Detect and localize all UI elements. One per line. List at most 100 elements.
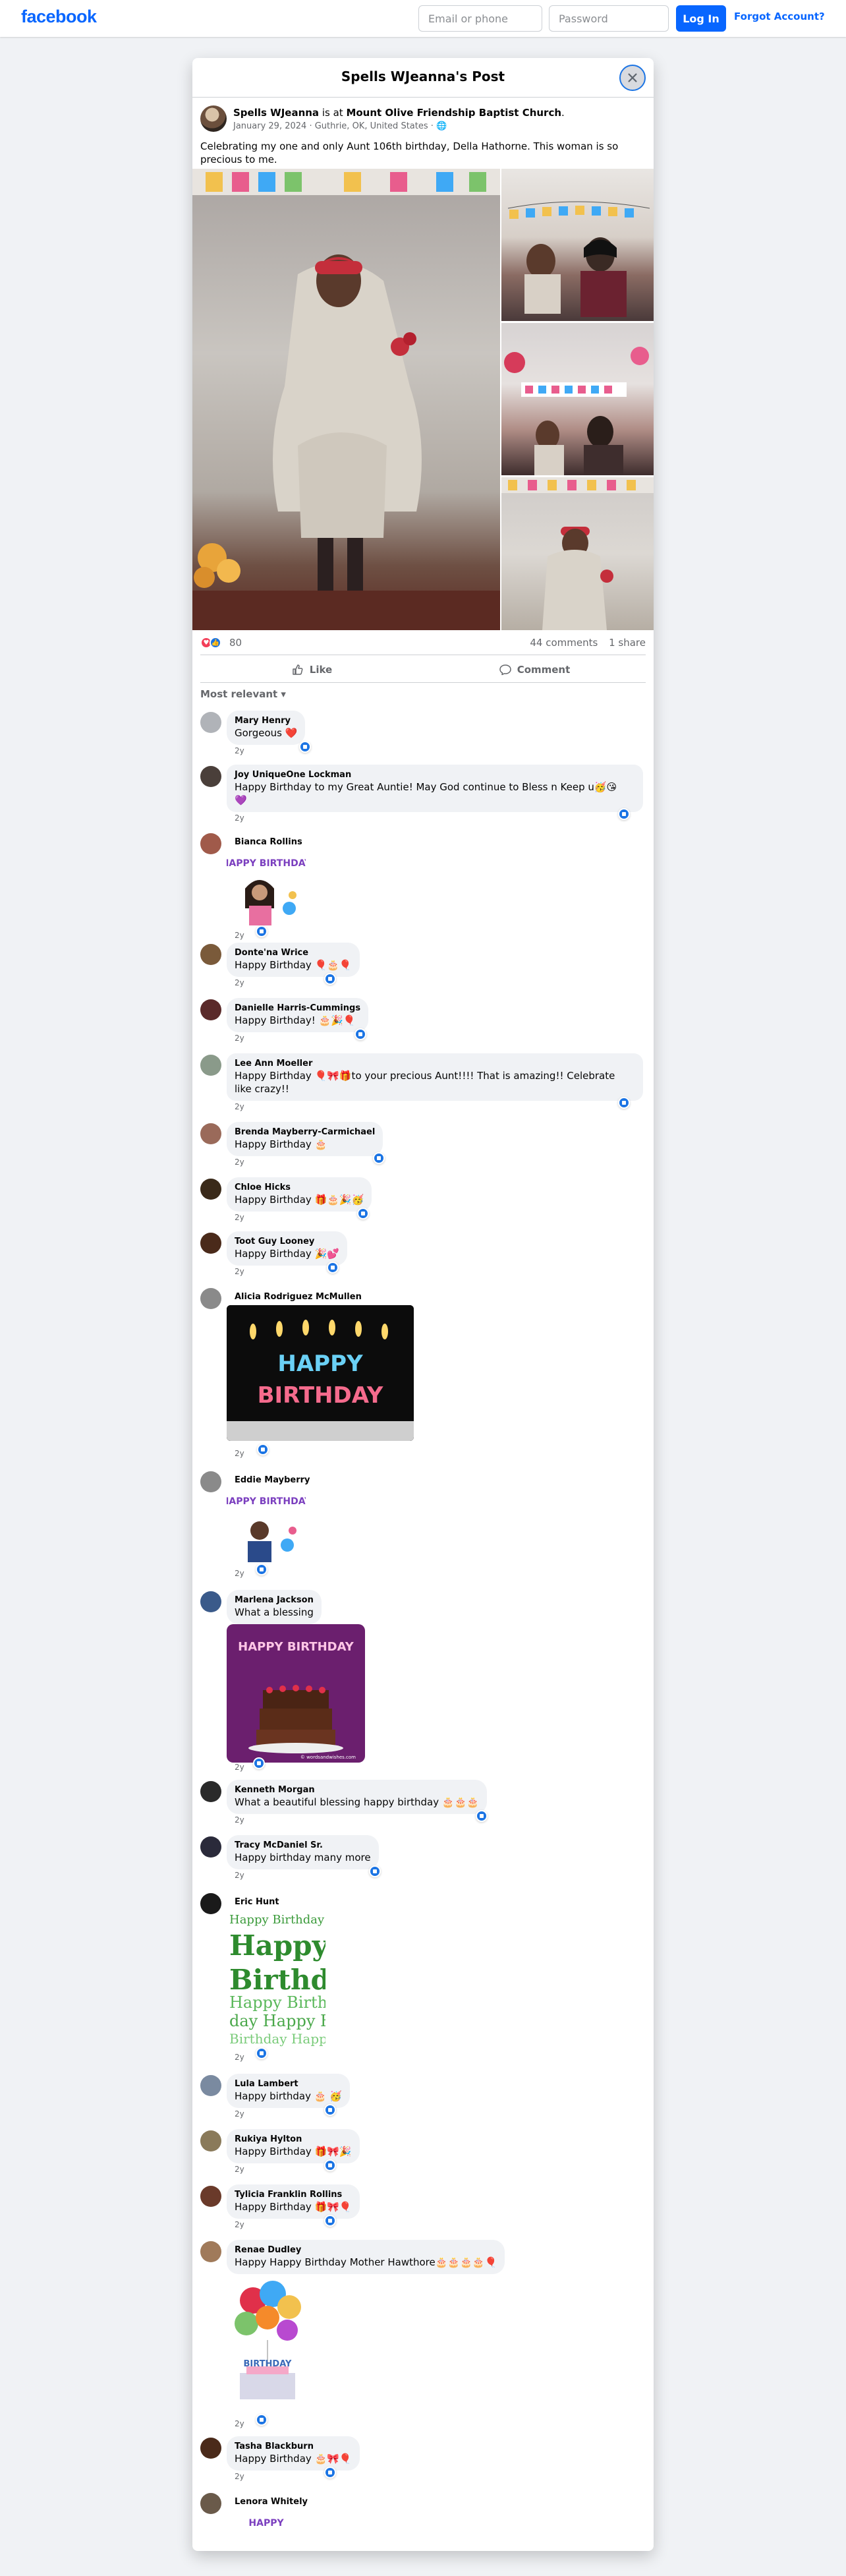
- like-reaction-icon[interactable]: [257, 1444, 269, 1455]
- avatar[interactable]: [200, 1781, 221, 1802]
- comment-time[interactable]: 2y: [235, 1569, 244, 1578]
- avatar[interactable]: [200, 2493, 221, 2514]
- forgot-account-link[interactable]: Forgot Account?: [734, 11, 825, 22]
- avatar[interactable]: [200, 1179, 221, 1200]
- thumb-photo-3[interactable]: [501, 477, 654, 630]
- avatar[interactable]: [200, 2241, 221, 2262]
- comment-time[interactable]: 2y: [235, 2472, 244, 2481]
- like-reaction-icon[interactable]: [256, 1564, 268, 1575]
- commenter-name[interactable]: Lula Lambert: [235, 2079, 342, 2090]
- thumb-photo-2[interactable]: [501, 323, 654, 475]
- comment-time[interactable]: 2y: [235, 1871, 244, 1880]
- like-reaction-icon[interactable]: [618, 808, 630, 820]
- comment-time[interactable]: 2y: [235, 2165, 244, 2174]
- commenter-name[interactable]: Danielle Harris-Cummings: [235, 1003, 360, 1014]
- reaction-count[interactable]: 80: [229, 637, 242, 649]
- commenter-name[interactable]: Renae Dudley: [235, 2245, 497, 2256]
- avatar[interactable]: [200, 712, 221, 733]
- avatar[interactable]: [200, 1055, 221, 1076]
- avatar[interactable]: [200, 2075, 221, 2096]
- shares-count[interactable]: 1 share: [609, 637, 646, 649]
- avatar[interactable]: [200, 1836, 221, 1858]
- comment-time[interactable]: 2y: [235, 746, 244, 755]
- commenter-name[interactable]: Alicia Rodriguez McMullen: [235, 1292, 362, 1303]
- comment-time[interactable]: 2y: [235, 1815, 244, 1825]
- happy-birthday-text-image[interactable]: Happy Birthday Happy Birthday Happy Birt…: [227, 1909, 325, 2050]
- commenter-name[interactable]: Marlena Jackson: [235, 1595, 314, 1606]
- comment-time[interactable]: 2y: [235, 1763, 244, 1772]
- comment-time[interactable]: 2y: [235, 1449, 244, 1458]
- commenter-name[interactable]: Bianca Rollins: [235, 837, 302, 848]
- like-reaction-icon[interactable]: [327, 1262, 339, 1273]
- avatar[interactable]: [200, 999, 221, 1020]
- avatar[interactable]: [200, 2186, 221, 2207]
- like-reaction-icon[interactable]: [476, 1810, 488, 1822]
- sort-dropdown[interactable]: Most relevant ▾: [200, 688, 286, 700]
- comment-time[interactable]: 2y: [235, 931, 244, 940]
- email-field[interactable]: [418, 5, 542, 32]
- password-field[interactable]: [549, 5, 669, 32]
- bitmoji-sticker[interactable]: HAPPY BIRTHDAY: [227, 849, 306, 928]
- comment-time[interactable]: 2y: [235, 2109, 244, 2119]
- author-name[interactable]: Spells WJeanna: [233, 107, 319, 119]
- commenter-name[interactable]: Lenora Whitely: [235, 2497, 308, 2507]
- like-reaction-icon[interactable]: [373, 1152, 385, 1164]
- login-button[interactable]: Log In: [676, 5, 726, 32]
- comment-button[interactable]: Comment: [423, 657, 646, 682]
- comment-time[interactable]: 2y: [235, 2053, 244, 2062]
- commenter-name[interactable]: Tasha Blackburn: [235, 2442, 352, 2452]
- like-button[interactable]: Like: [200, 657, 423, 682]
- avatar[interactable]: [200, 1233, 221, 1254]
- comment-time[interactable]: 2y: [235, 1157, 244, 1167]
- comment-time[interactable]: 2y: [235, 1034, 244, 1043]
- commenter-name[interactable]: Eric Hunt: [235, 1897, 279, 1908]
- like-reaction-icon[interactable]: [253, 1757, 265, 1769]
- like-reaction-icon[interactable]: [369, 1865, 381, 1877]
- commenter-name[interactable]: Mary Henry: [235, 716, 297, 726]
- avatar[interactable]: [200, 833, 221, 854]
- comment-time[interactable]: 2y: [235, 1267, 244, 1276]
- like-reaction-icon[interactable]: [256, 2414, 268, 2426]
- avatar[interactable]: [200, 1471, 221, 1492]
- avatar[interactable]: [200, 1893, 221, 1914]
- thumb-photo-1[interactable]: [501, 169, 654, 321]
- comments-count[interactable]: 44 comments: [530, 637, 598, 649]
- commenter-name[interactable]: Joy UniqueOne Lockman: [235, 770, 635, 780]
- like-reaction-icon[interactable]: [324, 2159, 336, 2171]
- like-reaction-icon[interactable]: [324, 973, 336, 985]
- comment-time[interactable]: 2y: [235, 1102, 244, 1111]
- avatar[interactable]: [200, 944, 221, 965]
- avatar[interactable]: [200, 1288, 221, 1309]
- avatar[interactable]: [200, 2438, 221, 2459]
- bitmoji-sticker[interactable]: HAPPY BIRTHDAY: [227, 1487, 306, 1566]
- commenter-name[interactable]: Lee Ann Moeller: [235, 1059, 635, 1069]
- like-reaction-icon[interactable]: [324, 2467, 336, 2478]
- commenter-name[interactable]: Donte'na Wrice: [235, 948, 352, 958]
- post-date-location[interactable]: January 29, 2024 · Guthrie, OK, United S…: [233, 121, 436, 131]
- close-button[interactable]: [619, 65, 646, 91]
- avatar[interactable]: [200, 1123, 221, 1144]
- comment-time[interactable]: 2y: [235, 2220, 244, 2229]
- like-reaction-icon[interactable]: [357, 1208, 369, 1219]
- birthday-balloons-image[interactable]: BIRTHDAY: [227, 2274, 308, 2413]
- like-reaction-icon[interactable]: [299, 741, 311, 753]
- place-link[interactable]: Mount Olive Friendship Baptist Church: [346, 107, 561, 119]
- commenter-name[interactable]: Tylicia Franklin Rollins: [235, 2190, 352, 2200]
- commenter-name[interactable]: Chloe Hicks: [235, 1183, 364, 1193]
- like-reaction-icon[interactable]: [618, 1097, 630, 1109]
- comment-time[interactable]: 2y: [235, 1213, 244, 1222]
- birthday-candles-image[interactable]: HAPPY BIRTHDAY: [227, 1305, 414, 1441]
- like-reaction-icon[interactable]: [256, 925, 268, 937]
- commenter-name[interactable]: Tracy McDaniel Sr.: [235, 1840, 371, 1851]
- bitmoji-sticker[interactable]: HAPPY: [227, 2510, 306, 2531]
- avatar[interactable]: [200, 2130, 221, 2152]
- comment-time[interactable]: 2y: [235, 813, 244, 823]
- reaction-icons[interactable]: ♥ 👍: [200, 637, 221, 649]
- facebook-logo[interactable]: facebook: [21, 7, 97, 27]
- comment-time[interactable]: 2y: [235, 978, 244, 987]
- author-avatar[interactable]: [200, 105, 227, 132]
- commenter-name[interactable]: Rukiya Hylton: [235, 2134, 352, 2145]
- comment-time[interactable]: 2y: [235, 2419, 244, 2428]
- like-reaction-icon[interactable]: [324, 2215, 336, 2227]
- avatar[interactable]: [200, 766, 221, 787]
